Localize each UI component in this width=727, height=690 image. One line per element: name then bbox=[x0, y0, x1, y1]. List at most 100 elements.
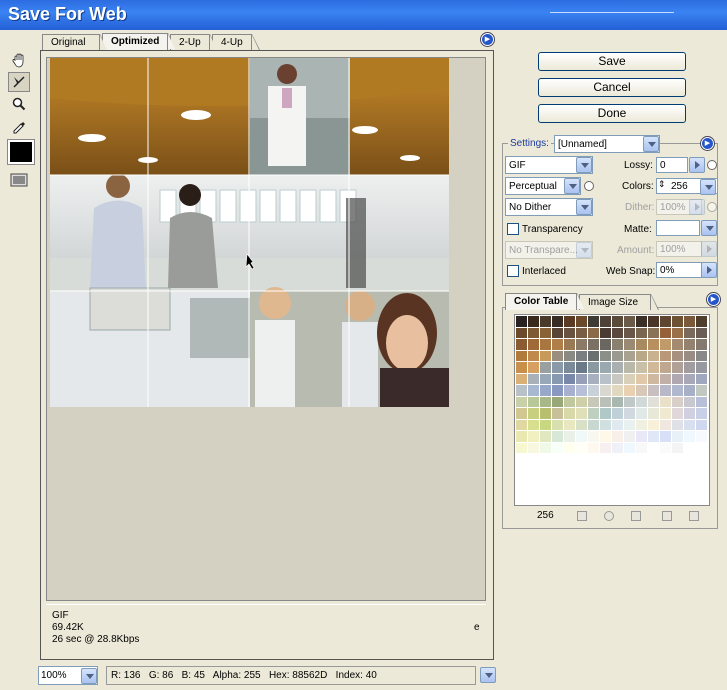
color-swatch[interactable] bbox=[588, 362, 599, 373]
color-swatch[interactable] bbox=[684, 408, 695, 419]
done-button[interactable]: Done bbox=[538, 104, 686, 123]
color-swatch[interactable] bbox=[660, 408, 671, 419]
color-swatch[interactable] bbox=[588, 385, 599, 396]
color-swatch[interactable] bbox=[696, 350, 707, 361]
color-swatch[interactable] bbox=[516, 408, 527, 419]
color-swatch[interactable] bbox=[576, 362, 587, 373]
color-swatch[interactable] bbox=[588, 396, 599, 407]
color-swatch[interactable] bbox=[696, 385, 707, 396]
color-swatch[interactable] bbox=[552, 419, 563, 430]
lossy-mask-icon[interactable] bbox=[707, 160, 717, 170]
color-swatch[interactable] bbox=[528, 316, 539, 327]
color-swatch[interactable] bbox=[528, 442, 539, 453]
color-swatch[interactable] bbox=[516, 362, 527, 373]
dither-mask-icon[interactable] bbox=[707, 202, 717, 212]
lossy-slider-icon[interactable] bbox=[689, 157, 705, 173]
color-swatch[interactable] bbox=[540, 362, 551, 373]
color-swatch[interactable] bbox=[528, 362, 539, 373]
color-swatch[interactable] bbox=[672, 408, 683, 419]
color-swatch[interactable] bbox=[516, 350, 527, 361]
web-snap-slider-icon[interactable] bbox=[701, 262, 717, 278]
color-swatch[interactable] bbox=[540, 327, 551, 338]
color-swatch[interactable] bbox=[636, 362, 647, 373]
color-swatch[interactable] bbox=[612, 385, 623, 396]
color-swatch[interactable] bbox=[624, 408, 635, 419]
color-swatch[interactable] bbox=[564, 419, 575, 430]
color-swatch[interactable] bbox=[624, 419, 635, 430]
tab-optimized[interactable]: Optimized bbox=[102, 33, 176, 50]
format-select[interactable]: GIF bbox=[505, 156, 593, 174]
color-swatch[interactable] bbox=[564, 396, 575, 407]
color-swatch[interactable] bbox=[600, 316, 611, 327]
color-swatch[interactable] bbox=[552, 431, 563, 442]
color-swatch[interactable] bbox=[696, 408, 707, 419]
color-swatch[interactable] bbox=[684, 396, 695, 407]
color-swatch[interactable] bbox=[600, 339, 611, 350]
color-swatch[interactable] bbox=[540, 373, 551, 384]
color-swatch[interactable] bbox=[684, 373, 695, 384]
save-button[interactable]: Save bbox=[538, 52, 686, 71]
color-swatch[interactable] bbox=[624, 350, 635, 361]
color-swatch[interactable] bbox=[612, 431, 623, 442]
color-swatch[interactable] bbox=[636, 385, 647, 396]
color-swatch[interactable] bbox=[648, 396, 659, 407]
color-swatch[interactable] bbox=[672, 431, 683, 442]
color-swatch[interactable] bbox=[660, 373, 671, 384]
amount-field[interactable]: 100% bbox=[656, 241, 702, 257]
color-swatch[interactable] bbox=[516, 373, 527, 384]
zoom-dropdown-icon[interactable] bbox=[81, 668, 97, 684]
color-swatch[interactable] bbox=[576, 339, 587, 350]
color-swatch[interactable] bbox=[684, 327, 695, 338]
color-swatch[interactable] bbox=[600, 362, 611, 373]
color-swatch[interactable] bbox=[648, 316, 659, 327]
color-swatch[interactable] bbox=[684, 316, 695, 327]
color-swatch[interactable] bbox=[576, 327, 587, 338]
web-snap-field[interactable]: 0% bbox=[656, 262, 702, 278]
color-swatch[interactable] bbox=[660, 316, 671, 327]
color-swatch[interactable] bbox=[588, 408, 599, 419]
cancel-button[interactable]: Cancel bbox=[538, 78, 686, 97]
color-swatch[interactable] bbox=[552, 396, 563, 407]
dither-algorithm-select[interactable]: No Dither bbox=[505, 198, 593, 216]
color-swatch[interactable] bbox=[636, 442, 647, 453]
color-swatch[interactable] bbox=[660, 385, 671, 396]
color-swatch[interactable] bbox=[624, 316, 635, 327]
slice-select-icon[interactable] bbox=[8, 72, 30, 92]
color-swatch[interactable] bbox=[588, 442, 599, 453]
color-swatch[interactable] bbox=[552, 350, 563, 361]
color-swatch[interactable] bbox=[696, 362, 707, 373]
color-swatch[interactable] bbox=[516, 442, 527, 453]
color-swatch[interactable] bbox=[600, 385, 611, 396]
color-swatch[interactable] bbox=[516, 327, 527, 338]
color-swatch[interactable] bbox=[576, 350, 587, 361]
color-swatch[interactable] bbox=[516, 396, 527, 407]
matte-field[interactable] bbox=[656, 220, 700, 236]
color-swatch[interactable] bbox=[600, 408, 611, 419]
color-swatch[interactable] bbox=[660, 396, 671, 407]
color-swatch[interactable] bbox=[636, 350, 647, 361]
color-swatch[interactable] bbox=[552, 442, 563, 453]
colors-dropdown-icon[interactable] bbox=[700, 179, 716, 195]
color-swatch[interactable] bbox=[552, 373, 563, 384]
color-swatch[interactable] bbox=[612, 419, 623, 430]
trash-icon[interactable] bbox=[689, 511, 699, 521]
toggle-slices-icon[interactable] bbox=[8, 170, 30, 190]
transparency-dither-dropdown-icon[interactable] bbox=[576, 242, 592, 258]
color-swatch[interactable] bbox=[540, 385, 551, 396]
color-swatch[interactable] bbox=[696, 419, 707, 430]
color-swatch[interactable] bbox=[600, 442, 611, 453]
tab-original[interactable]: Original bbox=[42, 34, 108, 50]
status-menu-icon[interactable] bbox=[480, 667, 496, 683]
color-swatch[interactable] bbox=[612, 339, 623, 350]
color-swatch[interactable] bbox=[564, 339, 575, 350]
hand-icon[interactable] bbox=[8, 50, 30, 70]
color-swatch[interactable] bbox=[648, 385, 659, 396]
format-dropdown-icon[interactable] bbox=[576, 157, 592, 173]
color-swatch[interactable] bbox=[672, 396, 683, 407]
color-swatch[interactable] bbox=[660, 350, 671, 361]
color-swatch[interactable] bbox=[648, 442, 659, 453]
lossy-field[interactable]: 0 bbox=[656, 157, 688, 173]
color-swatch[interactable] bbox=[612, 442, 623, 453]
color-swatch[interactable] bbox=[540, 350, 551, 361]
color-swatch[interactable] bbox=[672, 385, 683, 396]
